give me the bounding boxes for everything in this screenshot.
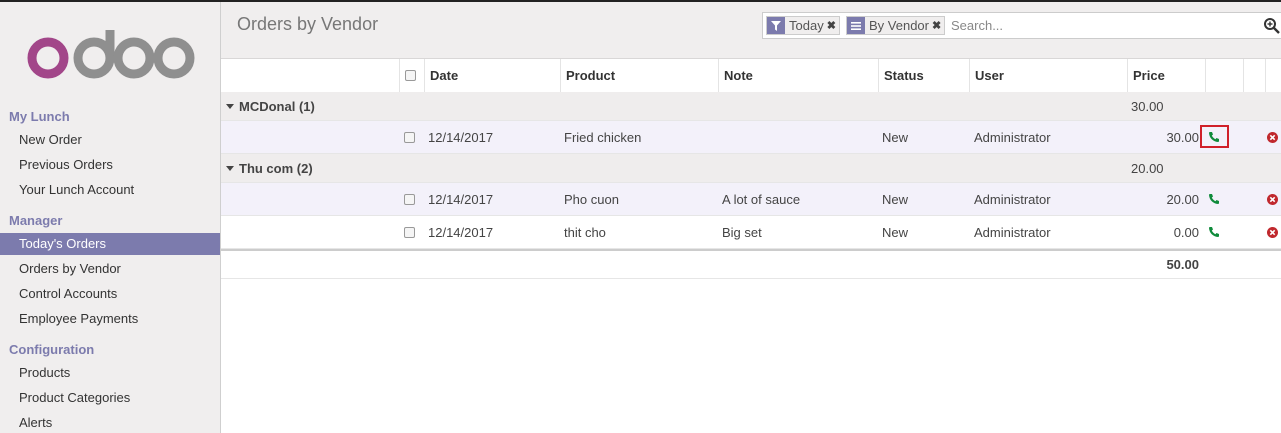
column-product[interactable]: Product xyxy=(560,59,718,92)
facet-filter-label: Today xyxy=(789,18,824,33)
facet-group-by[interactable]: By Vendor ✖ xyxy=(846,16,946,35)
group-header: Thu com (2) xyxy=(221,154,313,182)
delete-icon[interactable] xyxy=(1267,193,1278,205)
cell-status: New xyxy=(882,191,909,207)
column-user[interactable]: User xyxy=(969,59,1127,92)
cell-status: New xyxy=(882,224,909,240)
cell-product: Pho cuon xyxy=(564,191,619,207)
sidebar: My Lunch New Order Previous Orders Your … xyxy=(0,2,221,433)
column-price[interactable]: Price xyxy=(1127,59,1205,92)
cell-date: 12/14/2017 xyxy=(428,224,494,240)
menu-products[interactable]: Products xyxy=(0,362,220,384)
cell-price: 20.00 xyxy=(1166,191,1199,207)
group-total: 30.00 xyxy=(1131,98,1164,114)
remove-facet-icon[interactable]: ✖ xyxy=(932,19,944,32)
group-total: 20.00 xyxy=(1131,160,1164,176)
menu-previous-orders[interactable]: Previous Orders xyxy=(0,154,220,176)
row-checkbox[interactable] xyxy=(404,131,415,143)
group-label: Thu com (2) xyxy=(239,160,313,176)
section-configuration: Configuration xyxy=(9,342,95,357)
control-panel: Orders by Vendor Today ✖ By Vendor ✖ xyxy=(221,2,1281,59)
delete-icon[interactable] xyxy=(1267,226,1278,238)
column-delete xyxy=(1265,59,1281,92)
menu-orders-by-vendor[interactable]: Orders by Vendor xyxy=(0,258,220,280)
delete-cell xyxy=(1267,183,1278,215)
cell-user: Administrator xyxy=(974,191,1051,207)
caret-down-icon xyxy=(226,103,234,109)
delete-cell xyxy=(1267,121,1278,153)
column-call xyxy=(1205,59,1243,92)
footer-row: 50.00 xyxy=(221,249,1281,279)
column-status[interactable]: Status xyxy=(878,59,969,92)
table-row[interactable]: 12/14/2017 thit cho Big set New Administ… xyxy=(221,216,1281,249)
cell-note: A lot of sauce xyxy=(722,191,801,207)
menu-alerts[interactable]: Alerts xyxy=(0,412,220,433)
facet-group-by-label: By Vendor xyxy=(869,18,929,33)
delete-icon[interactable] xyxy=(1267,131,1278,143)
cell-price: 0.00 xyxy=(1173,224,1199,240)
section-manager: Manager xyxy=(9,213,63,228)
cell-date: 12/14/2017 xyxy=(428,129,494,145)
menu-todays-orders[interactable]: Today's Orders xyxy=(0,233,220,255)
group-by-icon xyxy=(847,17,865,34)
call-button-cell xyxy=(1208,183,1220,215)
main-content: Orders by Vendor Today ✖ By Vendor ✖ Sea… xyxy=(221,2,1281,433)
menu-employee-payments[interactable]: Employee Payments xyxy=(0,308,220,330)
group-label: MCDonal (1) xyxy=(239,98,315,114)
highlight-box xyxy=(1200,125,1229,148)
delete-cell xyxy=(1267,216,1278,248)
column-extra xyxy=(1243,59,1265,92)
call-button-cell xyxy=(1208,216,1220,248)
table-row[interactable]: 12/14/2017 Fried chicken New Administrat… xyxy=(221,121,1281,154)
menu-new-order[interactable]: New Order xyxy=(0,129,220,151)
select-all-cell xyxy=(399,59,424,92)
section-my-lunch: My Lunch xyxy=(9,109,70,124)
cell-user: Administrator xyxy=(974,129,1051,145)
column-note[interactable]: Note xyxy=(718,59,878,92)
odoo-logo[interactable] xyxy=(26,26,196,86)
table-row[interactable]: 12/14/2017 Pho cuon A lot of sauce New A… xyxy=(221,183,1281,216)
group-row-thu-com[interactable]: Thu com (2) 20.00 xyxy=(221,154,1281,183)
grand-total: 50.00 xyxy=(1166,257,1199,272)
remove-facet-icon[interactable]: ✖ xyxy=(827,19,839,32)
table-header: Date Product Note Status User Price xyxy=(221,59,1281,93)
select-all-checkbox[interactable] xyxy=(405,70,416,81)
group-row-mcdonal[interactable]: MCDonal (1) 30.00 xyxy=(221,92,1281,121)
caret-down-icon xyxy=(226,165,234,171)
column-date[interactable]: Date xyxy=(424,59,560,92)
row-checkbox-cell xyxy=(404,121,415,153)
menu-control-accounts[interactable]: Control Accounts xyxy=(0,283,220,305)
cell-product: Fried chicken xyxy=(564,129,642,145)
row-checkbox[interactable] xyxy=(404,226,415,238)
search-box[interactable]: Today ✖ By Vendor ✖ xyxy=(762,12,1281,39)
search-icon[interactable] xyxy=(1263,17,1281,35)
cell-product: thit cho xyxy=(564,224,606,240)
cell-date: 12/14/2017 xyxy=(428,191,494,207)
filter-icon xyxy=(767,17,785,34)
row-checkbox-cell xyxy=(404,216,415,248)
cell-status: New xyxy=(882,129,909,145)
facet-filter[interactable]: Today ✖ xyxy=(766,16,840,35)
search-input[interactable] xyxy=(951,16,1251,35)
cell-user: Administrator xyxy=(974,224,1051,240)
cell-price: 30.00 xyxy=(1166,129,1199,145)
menu-your-lunch-account[interactable]: Your Lunch Account xyxy=(0,179,220,201)
menu-product-categories[interactable]: Product Categories xyxy=(0,387,220,409)
row-checkbox[interactable] xyxy=(404,193,415,205)
phone-icon[interactable] xyxy=(1208,226,1220,238)
group-header: MCDonal (1) xyxy=(221,92,315,120)
row-checkbox-cell xyxy=(404,183,415,215)
cell-note: Big set xyxy=(722,224,762,240)
page-title: Orders by Vendor xyxy=(237,14,379,34)
phone-icon[interactable] xyxy=(1208,193,1220,205)
